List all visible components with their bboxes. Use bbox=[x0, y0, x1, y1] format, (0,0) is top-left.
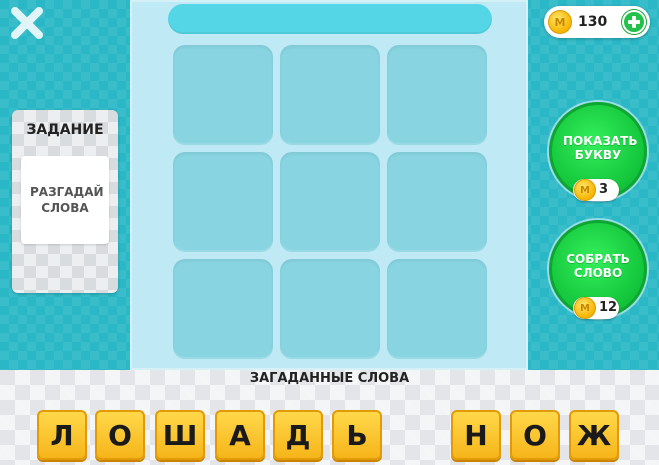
word-1-letter: Ь bbox=[332, 410, 382, 460]
grid-cell[interactable] bbox=[387, 152, 487, 252]
word-1-letter: А bbox=[215, 410, 265, 460]
reveal-letter-powerup: ПОКАЗАТЬ БУКВУ M 3 bbox=[549, 102, 647, 201]
task-text: РАЗГАДАЙ СЛОВА bbox=[30, 185, 104, 215]
coin-icon: M bbox=[548, 10, 572, 34]
hidden-words-panel: ЗАГАДАННЫЕ СЛОВА Л О Ш А Д Ь Н О Ж bbox=[0, 370, 659, 465]
grid-cell[interactable] bbox=[387, 259, 487, 359]
grid-cell[interactable] bbox=[173, 45, 273, 145]
assemble-word-powerup: СОБРАТЬ СЛОВО M 12 bbox=[549, 220, 647, 319]
assemble-word-price: M 12 bbox=[573, 297, 619, 319]
grid-cell[interactable] bbox=[280, 152, 380, 252]
word-2-letter: Ж bbox=[569, 410, 619, 460]
word-1-letter: Д bbox=[273, 410, 323, 460]
reveal-letter-price: M 3 bbox=[573, 179, 619, 201]
hidden-words-title: ЗАГАДАННЫЕ СЛОВА bbox=[249, 371, 410, 386]
add-coins-button[interactable] bbox=[622, 10, 646, 34]
word-2-letter: О bbox=[510, 410, 560, 460]
price-value: 3 bbox=[599, 182, 609, 197]
assemble-word-label: СОБРАТЬ СЛОВО bbox=[566, 252, 630, 280]
word-1-letter: Л bbox=[37, 410, 87, 460]
grid-cell[interactable] bbox=[280, 259, 380, 359]
grid-cell[interactable] bbox=[280, 45, 380, 145]
grid-cell[interactable] bbox=[173, 152, 273, 252]
task-title: ЗАДАНИЕ bbox=[26, 122, 104, 138]
close-button[interactable] bbox=[8, 4, 46, 42]
answer-bar bbox=[168, 4, 492, 34]
price-value: 12 bbox=[599, 300, 618, 315]
letter-grid bbox=[173, 45, 487, 359]
word-1-letter: О bbox=[95, 410, 145, 460]
close-icon bbox=[11, 7, 43, 39]
coin-count: 130 bbox=[578, 14, 608, 30]
reveal-letter-label: ПОКАЗАТЬ БУКВУ bbox=[563, 134, 638, 162]
task-card: РАЗГАДАЙ СЛОВА bbox=[21, 156, 109, 244]
word-2-letter: Н bbox=[451, 410, 501, 460]
task-panel: ЗАДАНИЕ РАЗГАДАЙ СЛОВА bbox=[12, 110, 118, 293]
game-board bbox=[130, 0, 528, 370]
coin-counter: M 130 bbox=[544, 6, 650, 38]
coin-icon: M bbox=[574, 297, 596, 319]
grid-cell[interactable] bbox=[387, 45, 487, 145]
coin-icon: M bbox=[574, 179, 596, 201]
word-1-letter: Ш bbox=[155, 410, 205, 460]
grid-cell[interactable] bbox=[173, 259, 273, 359]
